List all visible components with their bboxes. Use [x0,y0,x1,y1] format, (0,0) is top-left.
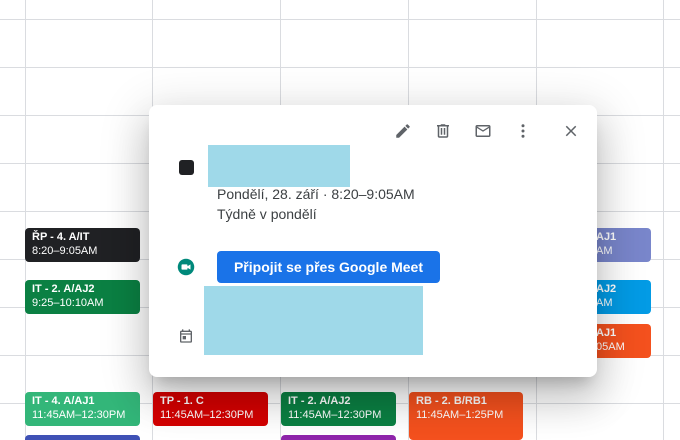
event-time: AM [596,297,613,309]
close-icon[interactable] [559,119,583,143]
event-time: 05AM [596,341,625,353]
delete-icon[interactable] [431,119,455,143]
event-title: AJ1 [596,327,617,339]
event-rp-4a-it[interactable]: ŘP - 4. A/IT 8:20–9:05AM [25,228,140,262]
grid-line [663,0,664,440]
event-time: AM [596,245,613,257]
event-partial-bottom[interactable] [25,435,140,440]
event-it-2a-aj2[interactable]: IT - 2. A/AJ2 9:25–10:10AM [25,280,140,314]
event-partial-bottom[interactable] [281,435,396,440]
event-time: 11:45AM–1:25PM [416,409,504,421]
google-meet-icon [177,258,195,276]
edit-icon[interactable] [391,119,415,143]
event-title: TP - 1. C [160,395,204,407]
event-details-popup: Pondělí, 28. září · 8:20–9:05AM Týdně v … [149,105,597,377]
event-title: ŘP - 4. A/IT [32,231,90,243]
grid-line [0,67,680,68]
email-icon[interactable] [471,119,495,143]
redacted-details [204,286,423,355]
more-options-icon[interactable] [511,119,535,143]
event-time: 11:45AM–12:30PM [160,409,254,421]
event-time: 11:45AM–12:30PM [288,409,382,421]
event-time: 8:20–9:05AM [32,245,98,257]
redacted-event-title [208,145,350,187]
calendar-color-swatch [179,160,194,175]
event-it-2a-aj2-b[interactable]: IT - 2. A/AJ2 11:45AM–12:30PM [281,392,396,426]
event-title: IT - 2. A/AJ2 [32,283,95,295]
event-rb-2b-rb1[interactable]: RB - 2. B/RB1 11:45AM–1:25PM [409,392,523,440]
event-recurrence: Týdně v pondělí [217,206,317,222]
event-title: IT - 4. A/AJ1 [32,395,95,407]
join-google-meet-button[interactable]: Připojit se přes Google Meet [217,251,440,283]
event-title: RB - 2. B/RB1 [416,395,487,407]
event-time: 11:45AM–12:30PM [32,409,126,421]
event-title: AJ1 [596,231,617,243]
event-title: IT - 2. A/AJ2 [288,395,351,407]
event-tp-1c[interactable]: TP - 1. C 11:45AM–12:30PM [153,392,268,426]
event-date-time: Pondělí, 28. září · 8:20–9:05AM [217,186,415,202]
event-it-4a-aj1[interactable]: IT - 4. A/AJ1 11:45AM–12:30PM [25,392,140,426]
event-title: AJ2 [596,283,617,295]
grid-line [0,19,680,20]
event-time: 9:25–10:10AM [32,297,104,309]
grid-line [25,0,26,440]
calendar-icon [178,328,194,344]
